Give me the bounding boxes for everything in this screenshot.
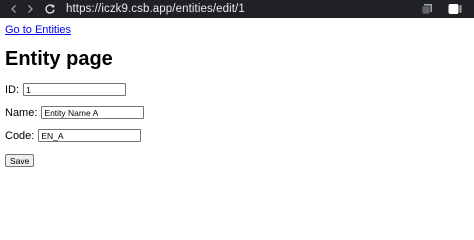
browser-toolbar: https://iczk9.csb.app/entities/edit/1 [0, 0, 474, 18]
window-toggle-icon [448, 4, 462, 14]
page-content: Go to Entities Entity page ID: Name: Cod… [5, 20, 465, 169]
code-label: Code: [5, 129, 35, 142]
address-bar[interactable]: https://iczk9.csb.app/entities/edit/1 [66, 3, 245, 15]
extensions-button[interactable] [420, 2, 434, 16]
reload-icon [45, 4, 55, 14]
forward-button[interactable] [22, 0, 38, 18]
arrow-right-icon [28, 5, 33, 13]
code-row: Code: [5, 129, 465, 142]
toolbar-right [420, 0, 462, 18]
profile-button[interactable] [448, 2, 462, 16]
go-to-entities-link[interactable]: Go to Entities [5, 24, 71, 36]
id-input[interactable] [23, 83, 127, 96]
code-input[interactable] [38, 129, 142, 142]
name-label: Name: [5, 106, 38, 119]
tabs-stack-icon [421, 4, 432, 15]
back-button[interactable] [6, 0, 22, 18]
name-row: Name: [5, 106, 465, 119]
save-button[interactable]: Save [5, 154, 35, 167]
reload-button[interactable] [42, 0, 58, 18]
arrow-left-icon [11, 5, 16, 13]
id-row: ID: [5, 83, 465, 96]
name-input[interactable] [41, 106, 145, 119]
page-title: Entity page [5, 48, 113, 70]
id-label: ID: [5, 83, 20, 96]
